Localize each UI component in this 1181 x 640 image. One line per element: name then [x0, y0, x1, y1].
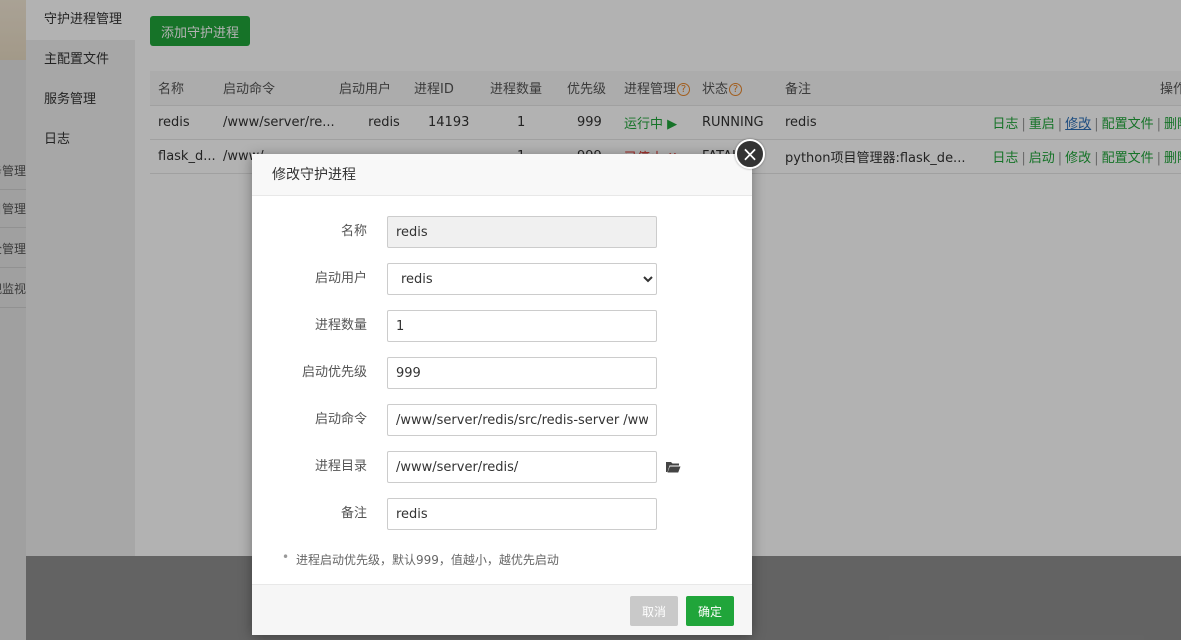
- priority-input[interactable]: [387, 357, 657, 389]
- process-count-input[interactable]: [387, 310, 657, 342]
- remark-input[interactable]: [387, 498, 657, 530]
- field-label-remark: 备注: [340, 506, 367, 521]
- edit-daemon-dialog: 修改守护进程 × 名称 启动用户 redis 进程数量 启动优先级 启动命令 进…: [252, 139, 765, 635]
- form-row-name: 名称: [252, 216, 752, 248]
- directory-input[interactable]: [387, 451, 657, 483]
- form-row-count: 进程数量: [252, 310, 752, 342]
- field-label-directory: 进程目录: [314, 459, 367, 474]
- form-row-priority: 启动优先级: [252, 357, 752, 389]
- user-select[interactable]: redis: [387, 263, 657, 295]
- form-row-command: 启动命令: [252, 404, 752, 436]
- field-label-count: 进程数量: [314, 318, 367, 333]
- name-input[interactable]: [387, 216, 657, 248]
- folder-open-icon[interactable]: [665, 459, 681, 475]
- confirm-button[interactable]: 确定: [686, 596, 734, 626]
- form-row-directory: 进程目录: [252, 451, 752, 483]
- field-label-command: 启动命令: [314, 412, 367, 427]
- form-row-user: 启动用户 redis: [252, 263, 752, 295]
- field-label-priority: 启动优先级: [301, 365, 367, 380]
- dialog-title: 修改守护进程: [252, 154, 752, 196]
- cancel-button[interactable]: 取消: [630, 596, 678, 626]
- dialog-footer: 取消 确定: [252, 584, 752, 635]
- close-icon[interactable]: ×: [735, 139, 765, 169]
- priority-tip: 进程启动优先级，默认999，值越小，越优先启动: [282, 550, 559, 568]
- command-input[interactable]: [387, 404, 657, 436]
- field-label-name: 名称: [340, 224, 367, 239]
- field-label-user: 启动用户: [314, 271, 367, 286]
- form-row-remark: 备注: [252, 498, 752, 530]
